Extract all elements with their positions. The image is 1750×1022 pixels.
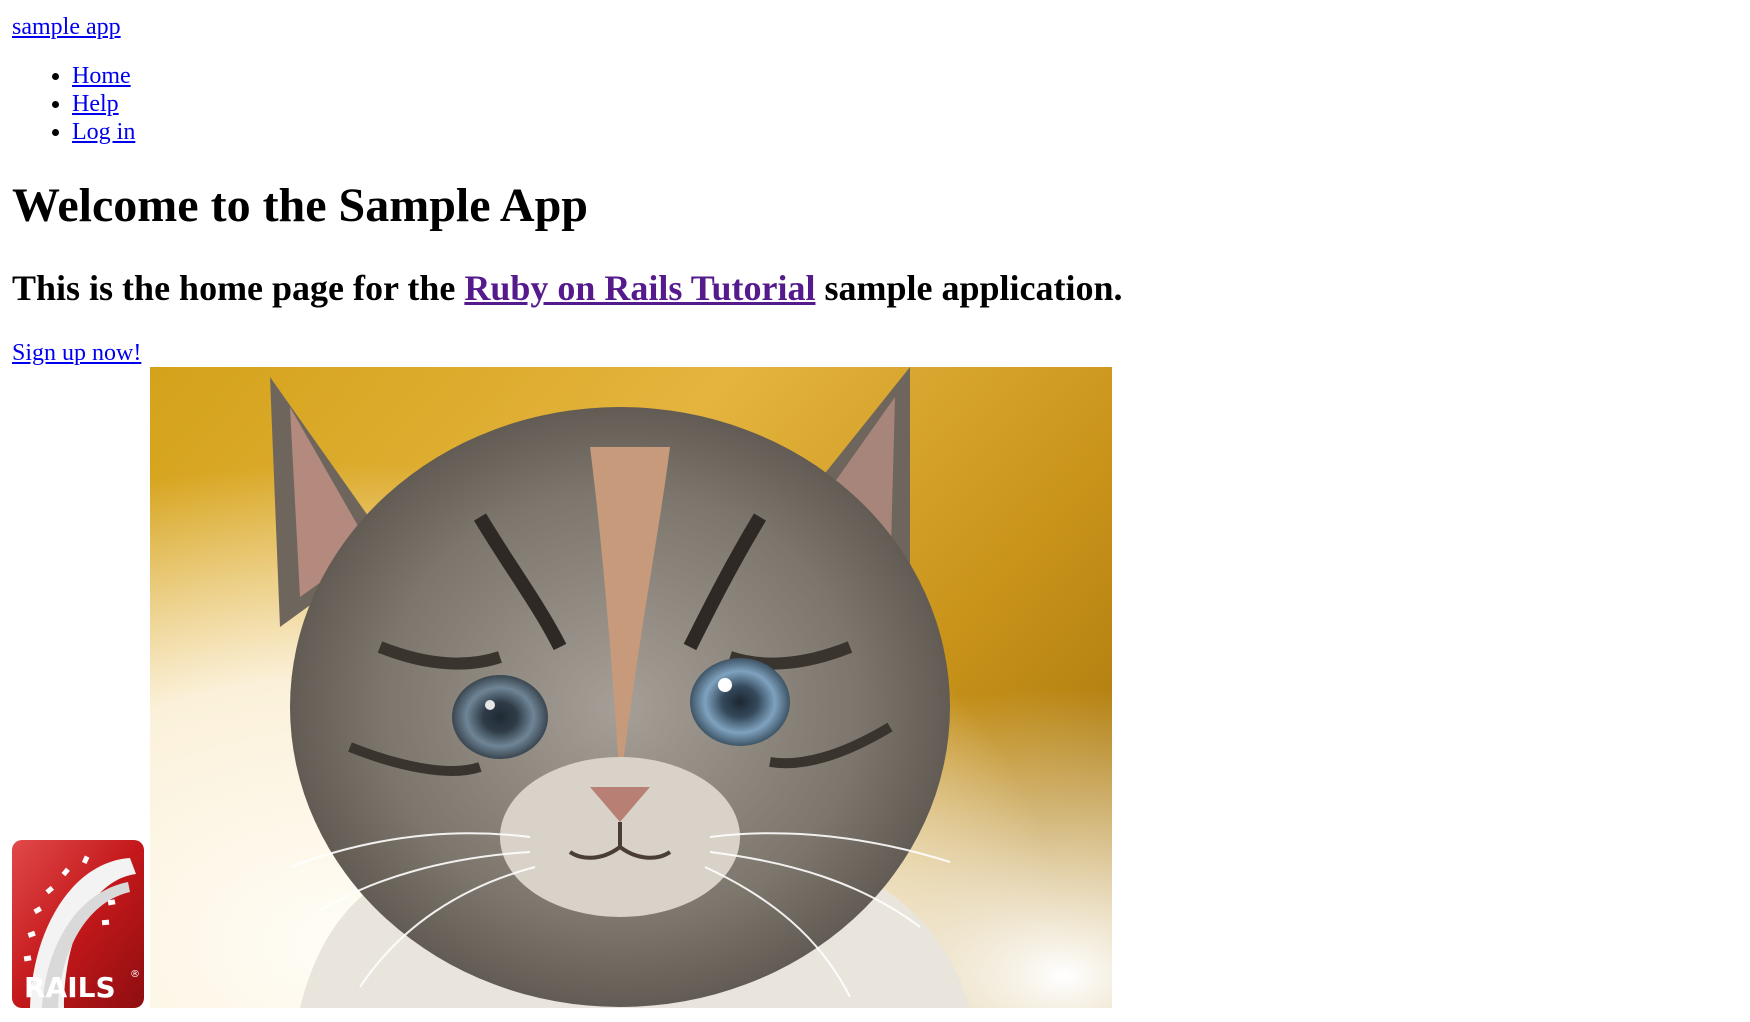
rails-logo[interactable]: RAILS ® <box>12 840 144 1008</box>
home-link[interactable]: Home <box>72 63 131 89</box>
logo-link[interactable]: sample app <box>12 12 121 42</box>
kitten-photo <box>150 367 1112 1008</box>
login-link[interactable]: Log in <box>72 119 135 145</box>
help-link[interactable]: Help <box>72 91 119 117</box>
rails-logo-text: RAILS <box>24 971 116 1004</box>
nav-item-login: Log in <box>72 118 135 146</box>
subtitle-suffix: sample application. <box>815 268 1123 308</box>
rails-tutorial-link[interactable]: Ruby on Rails Tutorial <box>464 268 815 308</box>
svg-text:®: ® <box>130 969 140 980</box>
nav-item-help: Help <box>72 90 135 118</box>
main-nav: Home Help Log in <box>0 62 135 146</box>
signup-button[interactable]: Sign up now! <box>12 338 141 368</box>
page-subtitle: This is the home page for the Ruby on Ra… <box>12 266 1123 310</box>
page-title: Welcome to the Sample App <box>12 179 588 232</box>
subtitle-prefix: This is the home page for the <box>12 268 465 308</box>
nav-item-home: Home <box>72 62 135 90</box>
